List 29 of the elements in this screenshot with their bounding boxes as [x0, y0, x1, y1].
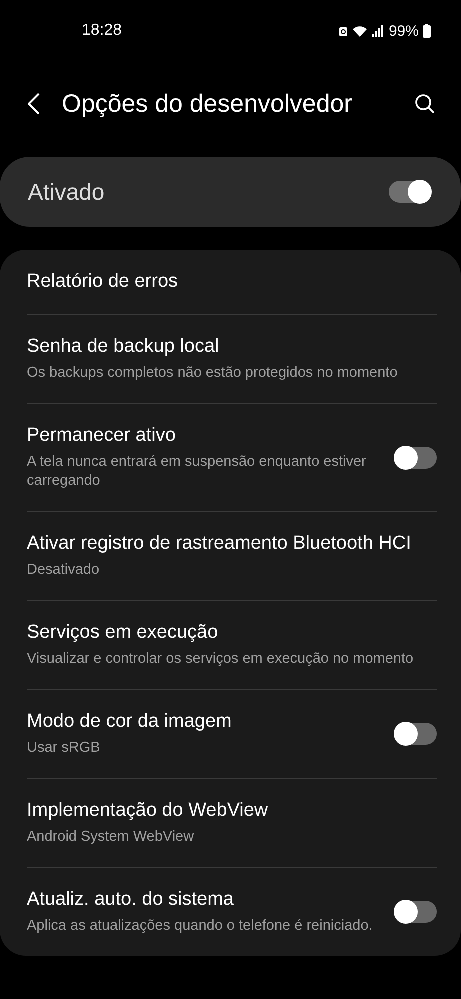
search-icon[interactable]: [415, 94, 435, 114]
alarm-icon: [338, 26, 348, 36]
setting-title[interactable]: Atualiz. auto. do sistema: [27, 888, 375, 912]
page-title: Opções do desenvolvedor: [62, 90, 354, 118]
setting-title[interactable]: Senha de backup local: [27, 335, 437, 359]
signal-icon: [372, 25, 383, 37]
setting-switch[interactable]: [395, 723, 437, 745]
setting-title[interactable]: Ativar registro de rastreamento Bluetooth HCI: [27, 532, 437, 556]
setting-title[interactable]: Relatório de erros: [27, 270, 437, 294]
setting-title[interactable]: Implementação do WebView: [27, 799, 437, 823]
master-label: Ativado: [28, 178, 105, 206]
setting-description: Android System WebView: [27, 828, 196, 847]
battery-level: 99%: [388, 22, 419, 40]
setting-title[interactable]: Serviços em execução: [27, 621, 437, 645]
back-icon[interactable]: [28, 93, 40, 115]
battery-icon: [423, 24, 431, 38]
setting-description: Visualizar e controlar os serviços em execução no momento: [27, 650, 415, 669]
setting-switch[interactable]: [395, 901, 437, 923]
setting-description: Usar sRGB: [27, 739, 102, 758]
wifi-icon: [352, 24, 368, 38]
setting-description: Os backups completos não estão protegidos no momento: [27, 364, 399, 383]
setting-description: A tela nunca entrará em suspensão enquanto estiver carregando: [27, 453, 368, 491]
setting-switch[interactable]: [395, 446, 437, 468]
setting-title[interactable]: Modo de cor da imagem: [27, 710, 375, 734]
status-time: 18:28: [82, 22, 122, 40]
setting-description: Desativado: [27, 561, 101, 580]
setting-title[interactable]: Permanecer ativo: [27, 424, 375, 448]
setting-description: Aplica as atualizações quando o telefone é reiniciado.: [27, 917, 374, 936]
master-switch[interactable]: [389, 181, 431, 203]
